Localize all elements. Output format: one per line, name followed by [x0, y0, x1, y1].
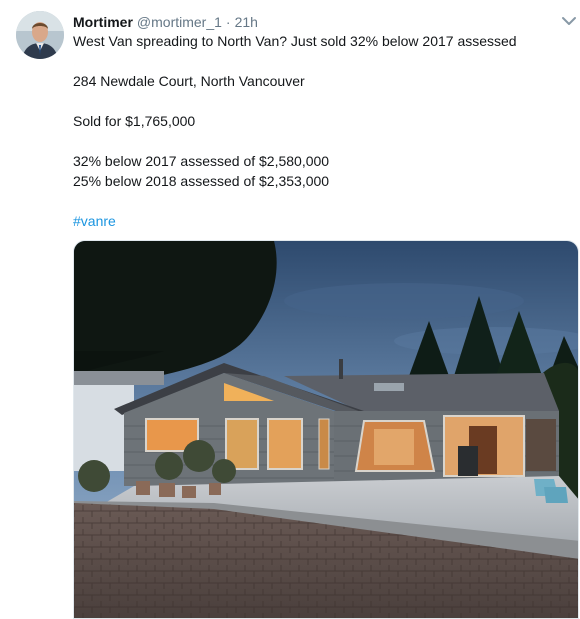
house-photo — [74, 241, 578, 618]
avatar-image — [16, 11, 64, 59]
avatar[interactable] — [16, 11, 64, 59]
tweet-text-address: 284 Newdale Court, North Vancouver — [73, 73, 305, 89]
separator: · — [225, 14, 231, 30]
tweet-text-2018-assessed: 25% below 2018 assessed of $2,353,000 — [73, 173, 330, 189]
tweet-photo[interactable] — [73, 240, 579, 619]
tweet[interactable]: Mortimer @mortimer_1 · 21h West Van spreadi… — [0, 0, 580, 619]
author-name[interactable]: Mortimer — [73, 14, 133, 30]
tweet-header: Mortimer @mortimer_1 · 21h — [73, 12, 258, 32]
timestamp[interactable]: 21h — [235, 14, 258, 30]
chevron-down-icon[interactable] — [560, 12, 578, 30]
tweet-text-2017-assessed: 32% below 2017 assessed of $2,580,000 — [73, 153, 330, 169]
hashtag-link[interactable]: #vanre — [73, 211, 116, 231]
tweet-text-line-1: West Van spreading to North Van? Just so… — [73, 33, 517, 49]
tweet-text-sold-price: Sold for $1,765,000 — [73, 113, 196, 129]
author-handle[interactable]: @mortimer_1 — [137, 14, 222, 30]
